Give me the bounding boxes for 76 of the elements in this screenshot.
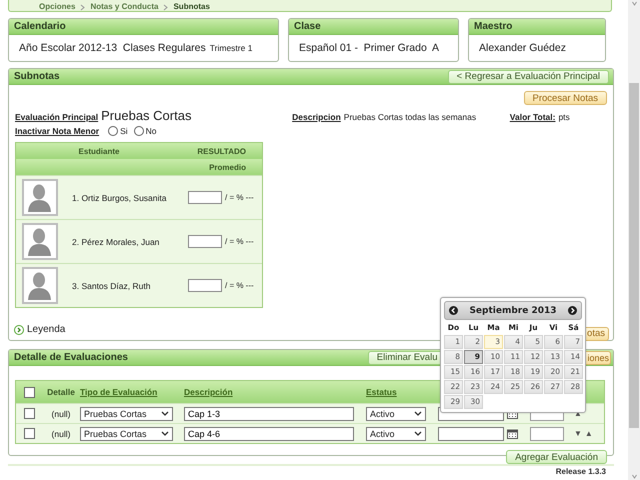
panel-title: Detalle de Evaluaciones [14, 352, 128, 363]
release-text: Release 1.3.3 [556, 467, 606, 476]
add-evaluation-button[interactable]: Agregar Evaluación [506, 450, 607, 464]
avatar-icon [22, 223, 58, 260]
previous-icon[interactable] [449, 306, 458, 315]
radio-label: No [146, 126, 157, 136]
card-note: Trimestre 1 [210, 43, 252, 53]
field-value: Pruebas Cortas todas las semanas [344, 112, 478, 122]
calendar-icon[interactable] [507, 428, 518, 438]
caret-icon [414, 411, 422, 416]
avatar-icon [22, 267, 58, 304]
process-button[interactable]: Procesar Notas [524, 91, 607, 105]
legend-link[interactable]: Leyenda [27, 324, 66, 335]
checkbox[interactable] [24, 408, 34, 419]
breadcrumb-link[interactable]: Subnotas [173, 2, 210, 11]
card-title: Maestro [474, 21, 512, 32]
column-header[interactable]: Tipo de Evaluación [80, 387, 184, 397]
date-input[interactable] [438, 426, 504, 440]
month-title: Septiembre 2013 [469, 306, 557, 316]
student-name: 2. Pérez Morales, Juan [72, 236, 160, 246]
checkbox[interactable] [24, 428, 34, 439]
field-label: Evaluación Principal [15, 112, 98, 122]
field-value: pts [558, 112, 570, 122]
result-text: / = % --- [225, 281, 254, 290]
expand-icon[interactable] [14, 324, 24, 334]
column-header: RESULTADO [196, 146, 247, 156]
type-select[interactable]: Pruebas Cortas [80, 426, 173, 440]
field-label: Valor Total: [510, 112, 556, 122]
caret-icon [161, 411, 169, 416]
chevron-down-icon [632, 0, 636, 7]
card-value: Español 01 - Primer Grado A [299, 42, 440, 54]
column-header[interactable]: Descripción [184, 387, 366, 397]
radio-label: Si [120, 126, 128, 136]
move-arrow[interactable]: ▼ [574, 429, 582, 438]
caret-icon [161, 431, 169, 436]
column-header: Estudiante [78, 146, 120, 156]
description-input[interactable]: Cap 1-3 [184, 406, 354, 420]
value-input[interactable] [530, 426, 564, 440]
result-text: / = % --- [225, 237, 254, 246]
next-icon[interactable] [568, 306, 577, 315]
chevron-down-icon [632, 473, 636, 480]
field-label: Descripcion [292, 112, 341, 122]
description-input[interactable]: Cap 4-6 [184, 426, 354, 440]
student-name: 1. Ortiz Burgos, Susanita [72, 192, 168, 202]
avatar-icon [22, 179, 58, 216]
checkbox[interactable] [24, 386, 34, 398]
caret-icon [414, 431, 422, 436]
back-button[interactable]: < Regresar a Evaluación Principal [448, 70, 609, 84]
panel-title: Subnotas [14, 71, 60, 82]
detail-cell-text: (null) [50, 428, 72, 438]
result-text: / = % --- [225, 193, 254, 202]
column-header: Detalle [46, 387, 76, 397]
card-value: Año Escolar 2012-13 Clases Regulares [19, 42, 206, 54]
grade-input[interactable] [188, 279, 222, 292]
scrollbar[interactable] [628, 0, 640, 480]
chevron-right-icon [80, 4, 86, 11]
grade-input[interactable] [188, 235, 222, 248]
breadcrumb-link[interactable]: Notas y Conducta [90, 2, 158, 11]
card-value: Alexander Guédez [479, 42, 566, 54]
grade-input[interactable] [188, 191, 222, 204]
field-label: Inactivar Nota Menor [15, 126, 100, 136]
radio-button[interactable] [108, 126, 118, 136]
breadcrumb-link[interactable]: Opciones [39, 2, 76, 11]
field-value: Pruebas Cortas [101, 108, 192, 123]
type-select[interactable]: Pruebas Cortas [80, 406, 173, 420]
status-select[interactable]: Activo [366, 406, 426, 420]
detail-cell-text: (null) [50, 408, 72, 418]
move-arrow[interactable]: ▲ [584, 429, 593, 438]
card-title: Clase [294, 21, 321, 32]
column-header: Promedio [208, 162, 247, 172]
chevron-right-icon [163, 4, 168, 11]
card-title: Calendario [14, 21, 66, 32]
radio-button[interactable] [134, 126, 144, 136]
student-name: 3. Santos Díaz, Ruth [72, 280, 152, 290]
column-header[interactable]: Estatus [366, 387, 438, 397]
status-select[interactable]: Activo [366, 426, 426, 440]
